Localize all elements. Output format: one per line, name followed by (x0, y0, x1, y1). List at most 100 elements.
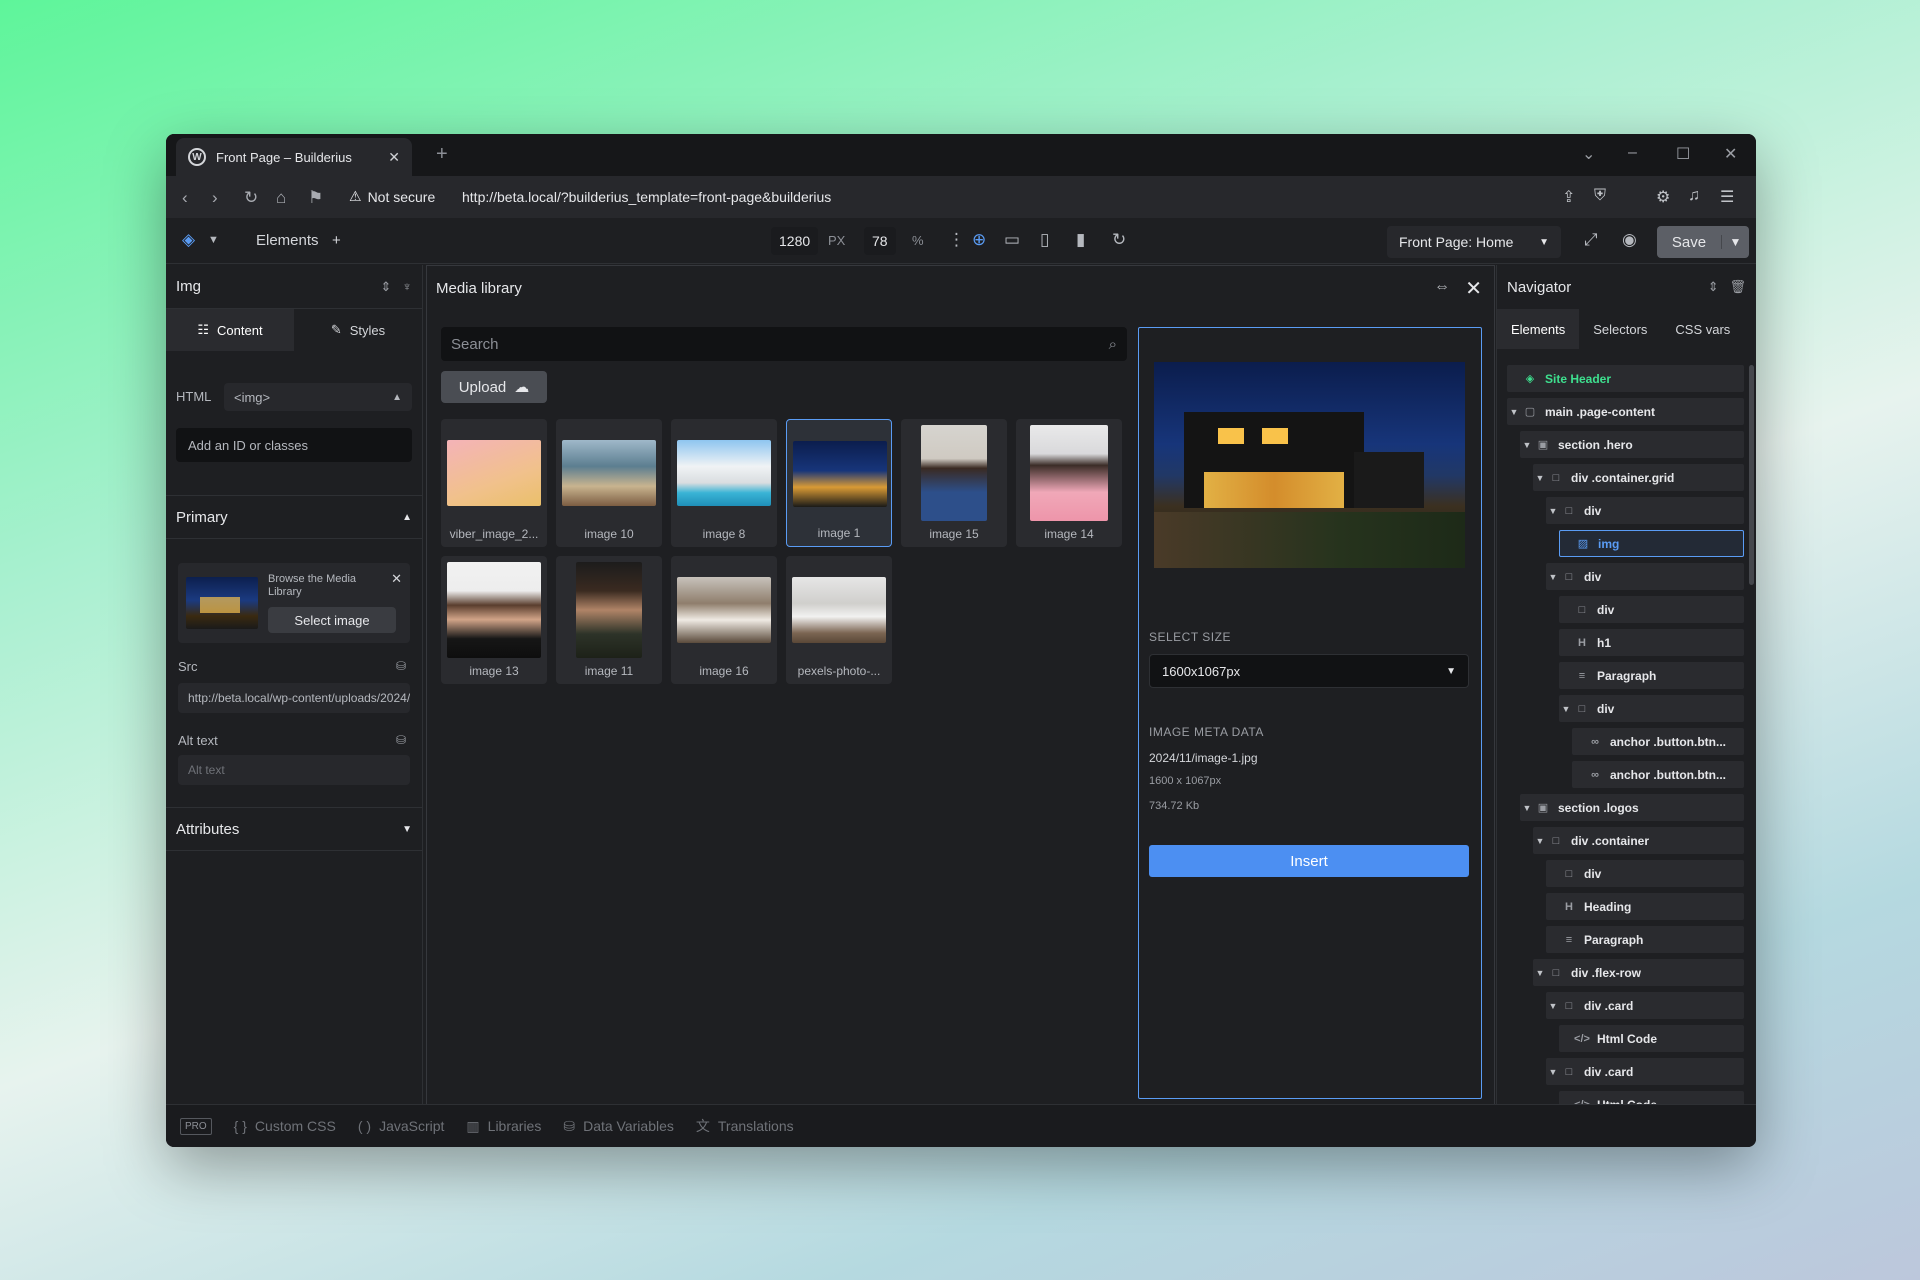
browser-tab[interactable]: W Front Page – Builderius ✕ (176, 138, 412, 176)
caret-down-icon[interactable]: ▼ (1533, 968, 1547, 978)
maximize-icon[interactable]: ☐ (1676, 144, 1690, 164)
save-button[interactable]: Save ▼ (1657, 226, 1749, 258)
database-icon[interactable]: ⛁ (396, 733, 406, 747)
pin-icon[interactable]: ⇕ (381, 279, 392, 294)
tree-node[interactable]: ▼ □ div .container.grid (1533, 464, 1744, 491)
tree-node[interactable]: H Heading (1546, 893, 1744, 920)
caret-down-icon[interactable]: ▼ (1520, 803, 1534, 813)
refresh-icon[interactable]: ↻ (1112, 230, 1126, 250)
caret-down-icon[interactable]: ▼ (1520, 440, 1534, 450)
fullscreen-icon[interactable]: ⤢ (1584, 230, 1598, 250)
tree-node[interactable]: □ div (1559, 596, 1744, 623)
back-icon[interactable]: ‹ (182, 188, 188, 208)
media-item[interactable]: image 11 (556, 556, 662, 684)
media-item[interactable]: image 14 (1016, 419, 1122, 547)
shield-icon[interactable]: ⛨ (1594, 187, 1606, 205)
zoom-input[interactable]: 78 (864, 227, 896, 255)
layers-icon[interactable]: ◈ (182, 230, 195, 250)
translations-button[interactable]: 文 Translations (696, 1116, 794, 1136)
close-window-icon[interactable]: ✕ (1724, 144, 1737, 164)
globe-icon[interactable]: ⊕ (972, 230, 986, 250)
desktop-icon[interactable]: ▭ (1004, 230, 1020, 250)
tree-node[interactable]: ▼ □ div .flex-row (1533, 959, 1744, 986)
tree-node[interactable]: ▼ □ div .card (1546, 1058, 1744, 1085)
tree-node[interactable]: ∞ anchor .button.btn... (1572, 728, 1744, 755)
caret-down-icon[interactable]: ▼ (1533, 473, 1547, 483)
tree-node[interactable]: ▼ ▢ main .page-content (1507, 398, 1744, 425)
minimize-icon[interactable]: – (1628, 144, 1637, 162)
html-tag-select[interactable]: <img> ▲ (224, 383, 412, 411)
bookmark-icon[interactable]: ⚑ (308, 188, 323, 208)
database-icon[interactable]: ⛁ (396, 659, 406, 673)
media-item[interactable]: image 13 (441, 556, 547, 684)
mobile-icon[interactable]: ▮ (1076, 230, 1085, 250)
tree-node[interactable]: ▼ ▣ section .hero (1520, 431, 1744, 458)
tab-content[interactable]: ☷ Content (166, 309, 294, 351)
id-classes-input[interactable]: Add an ID or classes (176, 428, 412, 462)
tab-elements[interactable]: Elements (1497, 309, 1580, 349)
src-input[interactable]: http://beta.local/wp-content/uploads/202… (178, 683, 410, 713)
tree-node[interactable]: ▼ □ div (1559, 695, 1744, 722)
trash-icon[interactable]: 🗑 (1729, 279, 1746, 294)
media-item[interactable]: pexels-photo-... (786, 556, 892, 684)
caret-down-icon[interactable]: ▼ (1559, 704, 1573, 714)
security-indicator[interactable]: ⚠ Not secure (349, 188, 435, 205)
caret-down-icon[interactable]: ▼ (1546, 1001, 1560, 1011)
upload-button[interactable]: Upload ☁ (441, 371, 547, 403)
tab-list-icon[interactable]: ⌄ (1582, 144, 1595, 164)
tree-node[interactable]: ≡ Paragraph (1559, 662, 1744, 689)
tree-node[interactable]: ▼ □ div .container (1533, 827, 1744, 854)
share-icon[interactable]: ⇪ (1562, 187, 1575, 207)
media-icon[interactable]: ♫ (1688, 187, 1700, 205)
chevron-down-icon[interactable]: ▼ (208, 234, 219, 246)
more-icon[interactable]: ⋮ (948, 230, 965, 250)
attributes-section-header[interactable]: Attributes ▼ (166, 807, 422, 851)
caret-down-icon[interactable]: ▼ (1507, 407, 1521, 417)
menu-icon[interactable]: ☰ (1720, 187, 1734, 207)
extensions-icon[interactable]: ⚙ (1656, 187, 1670, 207)
insert-button[interactable]: Insert (1149, 845, 1469, 877)
tree-node-selected[interactable]: ▨ img (1559, 530, 1744, 557)
media-item[interactable]: viber_image_2... (441, 419, 547, 547)
navigator-scrollbar[interactable] (1749, 365, 1754, 585)
reload-icon[interactable]: ↻ (244, 188, 258, 208)
tree-node[interactable]: □ div (1546, 860, 1744, 887)
search-input[interactable]: Search ⌕ (441, 327, 1127, 361)
tree-node[interactable]: </> Html Code (1559, 1025, 1744, 1052)
close-icon[interactable]: ✕ (1465, 276, 1482, 301)
data-variables-button[interactable]: ⛁ Data Variables (563, 1118, 674, 1135)
size-select[interactable]: 1600x1067px ▼ (1149, 654, 1469, 688)
pin-icon[interactable]: ⇔ (1434, 278, 1450, 296)
forward-icon[interactable]: › (212, 188, 218, 208)
tree-node[interactable]: ▼ □ div (1546, 563, 1744, 590)
tablet-icon[interactable]: ▯ (1040, 230, 1049, 250)
tab-css-vars[interactable]: CSS vars (1661, 309, 1744, 349)
tree-node[interactable]: ◈ Site Header (1507, 365, 1744, 392)
tree-node[interactable]: ▼ □ div (1546, 497, 1744, 524)
pin-icon[interactable]: ⇕ (1708, 279, 1719, 294)
preview-eye-icon[interactable]: ◉ (1622, 230, 1637, 250)
custom-css-button[interactable]: { } Custom CSS (234, 1118, 336, 1134)
close-tab-icon[interactable]: ✕ (388, 149, 400, 166)
media-item[interactable]: image 8 (671, 419, 777, 547)
caret-down-icon[interactable]: ▼ (1546, 506, 1560, 516)
media-item-selected[interactable]: image 1 (786, 419, 892, 547)
tree-node[interactable]: ∞ anchor .button.btn... (1572, 761, 1744, 788)
tab-selectors[interactable]: Selectors (1579, 309, 1661, 349)
page-select[interactable]: Front Page: Home ▼ (1387, 226, 1561, 258)
caret-down-icon[interactable]: ▼ (1546, 1067, 1560, 1077)
media-item[interactable]: image 16 (671, 556, 777, 684)
libraries-button[interactable]: ▥ Libraries (466, 1118, 541, 1135)
url-field[interactable]: http://beta.local/?builderius_template=f… (462, 189, 831, 205)
media-item[interactable]: image 15 (901, 419, 1007, 547)
new-tab-button[interactable]: + (436, 143, 448, 166)
primary-section-header[interactable]: Primary ▲ (166, 495, 422, 539)
add-element-button[interactable]: + (332, 232, 341, 249)
tree-node[interactable]: Hh1 (1559, 629, 1744, 656)
tree-node[interactable]: ▼ □ div .card (1546, 992, 1744, 1019)
save-dropdown-icon[interactable]: ▼ (1721, 235, 1749, 249)
clear-image-icon[interactable]: ✕ (391, 571, 402, 587)
elements-menu[interactable]: Elements (256, 232, 319, 249)
width-input[interactable]: 1280 (771, 227, 819, 255)
select-image-button[interactable]: Select image (268, 607, 396, 633)
